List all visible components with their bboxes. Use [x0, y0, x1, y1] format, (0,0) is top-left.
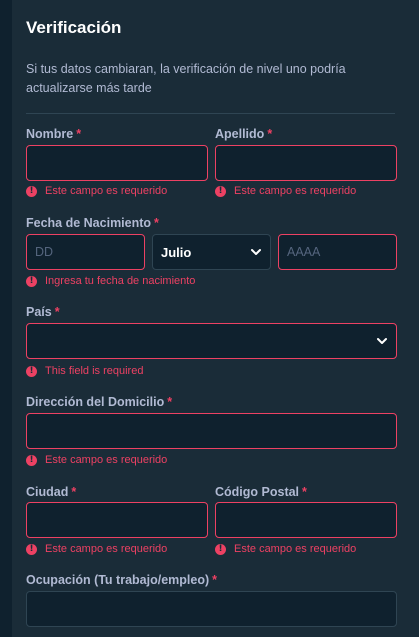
day-placeholder: DD — [35, 245, 54, 259]
apellido-input[interactable] — [215, 145, 397, 181]
exclamation-circle-icon: ! — [215, 543, 226, 555]
required-mark: * — [154, 216, 159, 230]
chevron-down-icon — [251, 249, 261, 255]
direccion-label: Dirección del Domicilio * — [26, 395, 172, 409]
fecha-label-text: Fecha de Nacimiento — [26, 216, 152, 230]
ciudad-label-text: Ciudad — [26, 485, 69, 499]
apellido-label-text: Apellido — [215, 127, 265, 141]
fecha-label: Fecha de Nacimiento * — [26, 216, 159, 230]
page-title: Verificación — [26, 18, 122, 37]
nombre-label-text: Nombre — [26, 127, 74, 141]
pais-error-text: This field is required — [45, 365, 144, 377]
codigo-postal-input[interactable] — [215, 502, 397, 538]
ocupacion-label: Ocupación (Tu trabajo/empleo) * — [26, 573, 217, 587]
exclamation-circle-icon: ! — [26, 454, 37, 466]
fecha-error-text: Ingresa tu fecha de nacimiento — [45, 275, 196, 287]
codigo-postal-error: ! Este campo es requerido — [215, 543, 356, 555]
apellido-error: ! Este campo es requerido — [215, 185, 356, 197]
direccion-error: ! Este campo es requerido — [26, 454, 167, 466]
chevron-down-icon — [377, 338, 387, 344]
fecha-error: ! Ingresa tu fecha de nacimiento — [26, 275, 195, 287]
ciudad-error-text: Este campo es requerido — [45, 543, 168, 555]
codigo-postal-label: Código Postal * — [215, 485, 307, 499]
left-edge-strip — [0, 0, 12, 637]
page-subtitle: Si tus datos cambiaran, la verificación … — [26, 62, 346, 95]
required-mark: * — [167, 395, 173, 409]
direccion-label-text: Dirección del Domicilio — [26, 395, 165, 409]
apellido-label: Apellido * — [215, 127, 272, 141]
month-select[interactable]: Julio — [152, 234, 271, 270]
divider — [26, 113, 395, 114]
direccion-error-text: Este campo es requerido — [45, 454, 168, 466]
month-value: Julio — [161, 244, 192, 260]
day-input[interactable]: DD — [26, 234, 145, 270]
required-mark: * — [267, 127, 273, 141]
exclamation-circle-icon: ! — [26, 185, 37, 197]
required-mark: * — [71, 485, 77, 499]
pais-select[interactable] — [26, 323, 397, 359]
codigo-postal-label-text: Código Postal — [215, 485, 300, 499]
exclamation-circle-icon: ! — [215, 185, 226, 197]
nombre-label: Nombre * — [26, 127, 81, 141]
required-mark: * — [76, 127, 82, 141]
pais-error: ! This field is required — [26, 365, 143, 377]
ciudad-error: ! Este campo es requerido — [26, 543, 167, 555]
apellido-error-text: Este campo es requerido — [234, 185, 357, 197]
verification-panel: Verificación Si tus datos cambiaran, la … — [12, 0, 419, 637]
nombre-error: ! Este campo es requerido — [26, 185, 167, 197]
exclamation-circle-icon: ! — [26, 365, 37, 377]
required-mark: * — [212, 573, 217, 587]
pais-label-text: País — [26, 305, 52, 319]
ocupacion-input[interactable] — [26, 591, 397, 627]
required-mark: * — [302, 485, 307, 499]
nombre-input[interactable] — [26, 145, 208, 181]
ciudad-label: Ciudad * — [26, 485, 76, 499]
ciudad-input[interactable] — [26, 502, 208, 538]
nombre-error-text: Este campo es requerido — [45, 185, 168, 197]
codigo-postal-error-text: Este campo es requerido — [234, 543, 357, 555]
year-placeholder: AAAA — [287, 245, 321, 259]
year-input[interactable]: AAAA — [278, 234, 397, 270]
direccion-input[interactable] — [26, 413, 397, 449]
exclamation-circle-icon: ! — [26, 275, 37, 287]
exclamation-circle-icon: ! — [26, 543, 37, 555]
required-mark: * — [54, 305, 60, 319]
ocupacion-label-text: Ocupación (Tu trabajo/empleo) — [26, 573, 210, 587]
pais-label: País * — [26, 305, 60, 319]
